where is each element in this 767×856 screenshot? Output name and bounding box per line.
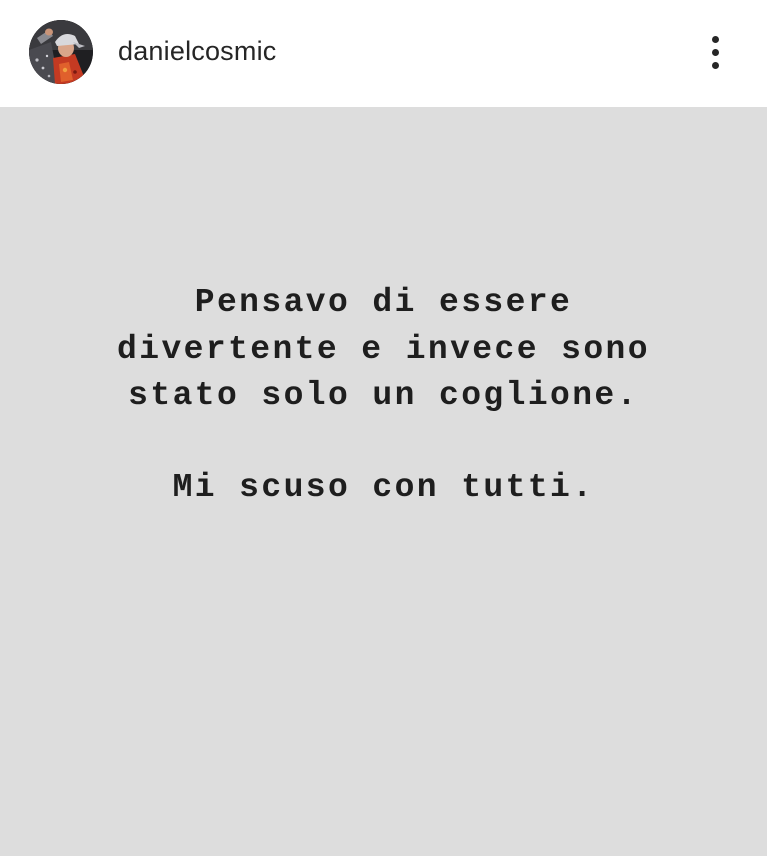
profile-photo-icon xyxy=(29,20,93,84)
story-text-line: stato solo un coglione. xyxy=(128,377,639,414)
story-text-line: Mi scuso con tutti. xyxy=(172,469,595,506)
story-viewer: danielcosmic Pensavo di essere divertent… xyxy=(0,0,767,856)
story-content[interactable]: Pensavo di essere divertente e invece so… xyxy=(0,107,767,856)
story-text-line: Pensavo di essere xyxy=(194,284,573,321)
username[interactable]: danielcosmic xyxy=(118,34,276,68)
more-options-button[interactable] xyxy=(699,30,733,76)
story-header: danielcosmic xyxy=(0,0,767,107)
story-text-line: divertente e invece sono xyxy=(117,330,650,368)
avatar[interactable] xyxy=(29,20,93,84)
